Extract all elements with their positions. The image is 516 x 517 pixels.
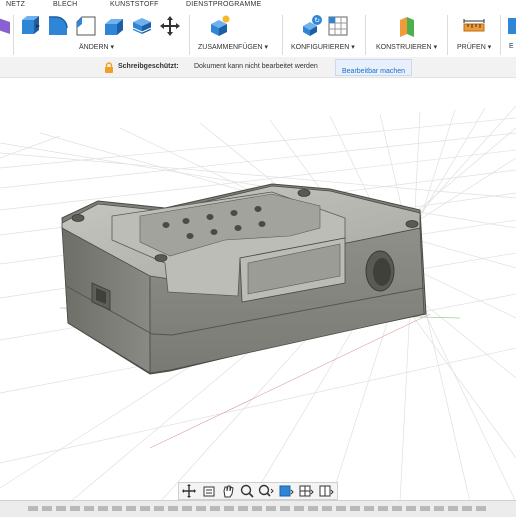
zusammenfuegen-menu[interactable]: ZUSAMMENFÜGEN ▾ — [198, 43, 268, 51]
timeline-features[interactable] — [28, 506, 488, 511]
orbit-icon[interactable] — [180, 483, 198, 499]
pan-icon[interactable] — [219, 483, 237, 499]
tab-netz[interactable]: NETZ — [6, 1, 25, 8]
ribbon-toolbar: ÄNDERN ▾ ZUSAMMENFÜGEN ▾ ↻ KONFIGURIEREN… — [0, 11, 516, 58]
new-component-icon[interactable] — [207, 14, 231, 38]
tab-dienstprogramme[interactable]: DIENSTPROGRAMME — [186, 1, 261, 8]
configuration-table-icon[interactable] — [326, 14, 350, 38]
readonly-title: Schreibgeschützt: — [118, 63, 179, 70]
press-pull-icon[interactable] — [18, 14, 42, 38]
konstruieren-menu[interactable]: KONSTRUIEREN ▾ — [376, 43, 437, 51]
readonly-message: Dokument kann nicht bearbeitet werden — [194, 63, 318, 70]
offset-plane-icon[interactable] — [395, 14, 419, 38]
pruefen-menu[interactable]: PRÜFEN ▾ — [457, 43, 491, 51]
enclosure-model[interactable] — [61, 183, 427, 375]
fillet-icon[interactable] — [46, 14, 70, 38]
insert-icon[interactable] — [506, 14, 516, 38]
look-at-icon[interactable] — [200, 483, 218, 499]
konfigurieren-menu[interactable]: KONFIGURIEREN ▾ — [291, 43, 355, 51]
grid-settings-icon[interactable] — [297, 483, 315, 499]
timeline-bar[interactable] — [0, 500, 516, 517]
combine-icon[interactable] — [130, 14, 154, 38]
viewports-icon[interactable] — [317, 483, 335, 499]
zoom-icon[interactable] — [238, 483, 256, 499]
lock-icon — [105, 62, 113, 73]
svg-text:↻: ↻ — [314, 18, 320, 25]
aendern-menu[interactable]: ÄNDERN ▾ — [79, 43, 114, 51]
create-form-icon[interactable] — [0, 14, 12, 38]
shell-icon[interactable] — [102, 14, 126, 38]
zoom-window-icon[interactable] — [257, 483, 275, 499]
chamfer-icon[interactable] — [74, 14, 98, 38]
navigation-bar — [178, 482, 338, 500]
workspace-tabs: NETZ BLECH KUNSTSTOFF DIENSTPROGRAMME — [0, 0, 516, 11]
configure-icon[interactable]: ↻ — [300, 14, 324, 38]
move-icon[interactable] — [158, 14, 182, 38]
readonly-bar: Schreibgeschützt: Dokument kann nicht be… — [0, 57, 516, 78]
tab-blech[interactable]: BLECH — [53, 1, 77, 8]
tab-kunststoff[interactable]: KUNSTSTOFF — [110, 1, 159, 8]
truncated-menu[interactable]: E — [509, 43, 514, 50]
make-editable-button[interactable]: Bearbeitbar machen — [335, 59, 413, 76]
viewport-canvas[interactable] — [0, 78, 516, 502]
display-settings-icon[interactable] — [277, 483, 295, 499]
measure-icon[interactable] — [462, 14, 486, 38]
